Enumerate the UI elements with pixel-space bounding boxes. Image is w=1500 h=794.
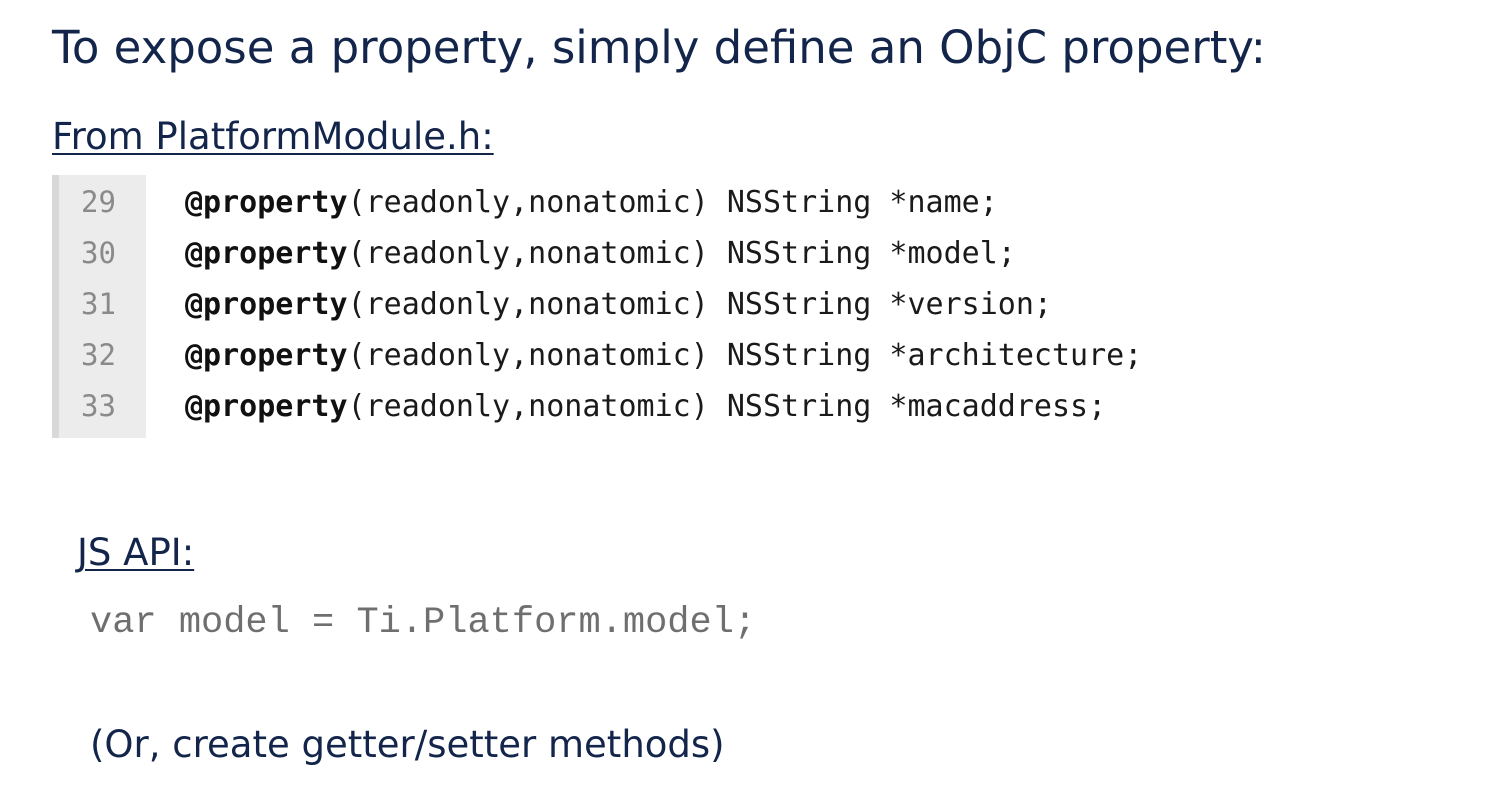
getter-setter-note: (Or, create getter/setter methods) [90,723,725,766]
code-keyword: @property [185,236,348,271]
code-keyword: @property [185,338,348,373]
slide-heading: To expose a property, simply define an O… [52,21,1266,74]
code-line: 31 @property(readonly,nonatomic) NSStrin… [52,279,1412,330]
js-code-sample: var model = Ti.Platform.model; [90,602,757,644]
js-api-label: JS API: [77,531,195,574]
code-text: @property(readonly,nonatomic) NSString *… [185,381,1106,432]
line-number: 30 [81,236,116,270]
code-text: @property(readonly,nonatomic) NSString *… [185,177,998,228]
code-keyword: @property [185,185,348,220]
line-number: 31 [81,287,116,321]
code-keyword: @property [185,287,348,322]
line-number: 29 [81,185,116,219]
code-rest: (readonly,nonatomic) NSString *model; [347,236,1016,271]
code-line: 30 @property(readonly,nonatomic) NSStrin… [52,228,1412,279]
line-number: 33 [81,389,116,423]
code-line: 32 @property(readonly,nonatomic) NSStrin… [52,330,1412,381]
code-text: @property(readonly,nonatomic) NSString *… [185,330,1142,381]
code-line: 33 @property(readonly,nonatomic) NSStrin… [52,381,1412,432]
line-number: 32 [81,338,116,372]
objc-code-block: 29 @property(readonly,nonatomic) NSStrin… [52,175,1412,438]
source-file-label: From PlatformModule.h: [52,115,494,158]
code-rest: (readonly,nonatomic) NSString *macaddres… [347,389,1107,424]
code-rest: (readonly,nonatomic) NSString *architect… [347,338,1143,373]
code-rest: (readonly,nonatomic) NSString *version; [347,287,1052,322]
code-line: 29 @property(readonly,nonatomic) NSStrin… [52,177,1412,228]
code-keyword: @property [185,389,348,424]
code-text: @property(readonly,nonatomic) NSString *… [185,228,1016,279]
code-text: @property(readonly,nonatomic) NSString *… [185,279,1052,330]
code-rest: (readonly,nonatomic) NSString *name; [347,185,998,220]
